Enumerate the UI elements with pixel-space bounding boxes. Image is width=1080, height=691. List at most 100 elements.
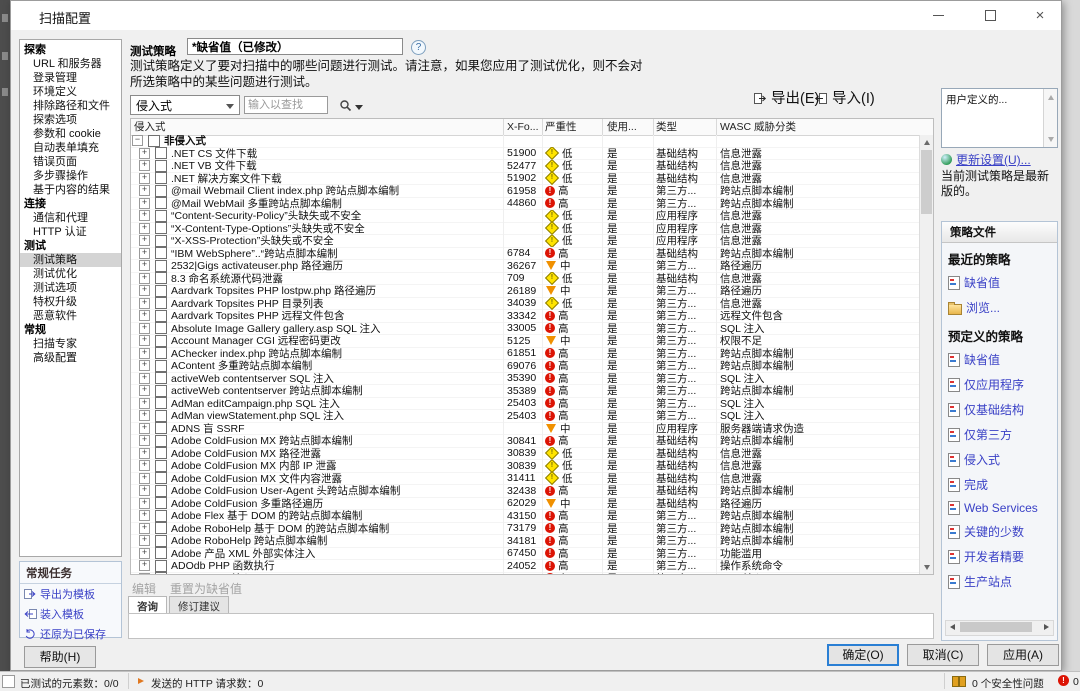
expand-icon[interactable]: +: [139, 248, 150, 259]
expand-icon[interactable]: +: [139, 535, 150, 546]
minimize-button[interactable]: [921, 1, 955, 30]
sidebar-item[interactable]: 参数和 cookie: [20, 127, 121, 141]
expand-icon[interactable]: +: [139, 548, 150, 559]
expand-icon[interactable]: +: [139, 385, 150, 396]
predefined-policy-link[interactable]: 侵入式: [942, 447, 1057, 472]
column-header[interactable]: 类型: [653, 119, 716, 135]
expand-icon[interactable]: +: [139, 285, 150, 296]
close-button[interactable]: ×: [1023, 1, 1057, 30]
expand-icon[interactable]: +: [139, 148, 150, 159]
scroll-up-icon[interactable]: [920, 135, 933, 149]
recent-policy-default-link[interactable]: 缺省值: [942, 270, 1057, 295]
expand-icon[interactable]: +: [139, 410, 150, 421]
test-policy-field[interactable]: [187, 38, 403, 55]
sidebar-item[interactable]: 多步骤操作: [20, 169, 121, 183]
expand-icon[interactable]: +: [139, 398, 150, 409]
scroll-left-icon[interactable]: [946, 621, 959, 633]
export-template-link[interactable]: 导出为模板: [20, 584, 121, 604]
sidebar-item[interactable]: 排除路径和文件: [20, 99, 121, 113]
help-button[interactable]: 帮助(H): [24, 646, 96, 668]
scroll-down-icon[interactable]: [1044, 132, 1057, 146]
sidebar-item[interactable]: 通信和代理: [20, 211, 121, 225]
sidebar-item[interactable]: 环境定义: [20, 85, 121, 99]
sidebar-item[interactable]: HTTP 认证: [20, 225, 121, 239]
expand-icon[interactable]: +: [139, 173, 150, 184]
predefined-policy-link[interactable]: 开发者精要: [942, 544, 1057, 569]
scrollbar-thumb[interactable]: [960, 622, 1032, 632]
expand-icon[interactable]: +: [139, 460, 150, 471]
predefined-policy-link[interactable]: 仅应用程序: [942, 372, 1057, 397]
expand-icon[interactable]: +: [139, 473, 150, 484]
update-settings-link[interactable]: 更新设置(U)...: [956, 151, 1031, 168]
column-header[interactable]: 严重性: [542, 119, 602, 135]
expand-icon[interactable]: +: [139, 573, 150, 574]
listbox-scrollbar[interactable]: [1043, 89, 1057, 147]
edit-link[interactable]: 编辑: [132, 580, 156, 597]
sidebar-item[interactable]: 扫描专家: [20, 337, 121, 351]
column-header[interactable]: WASC 威胁分类: [716, 119, 933, 135]
sidebar-item[interactable]: 基于内容的结果: [20, 183, 121, 197]
sidebar-item[interactable]: URL 和服务器: [20, 57, 121, 71]
sidebar-item[interactable]: 高级配置: [20, 351, 121, 365]
expand-icon[interactable]: +: [139, 298, 150, 309]
user-defined-listbox[interactable]: 用户定义的...: [941, 88, 1058, 148]
sidebar-item[interactable]: 错误页面: [20, 155, 121, 169]
apply-button[interactable]: 应用(A): [987, 644, 1059, 666]
expand-icon[interactable]: +: [139, 323, 150, 334]
expand-icon[interactable]: +: [139, 210, 150, 221]
search-input[interactable]: [244, 96, 328, 114]
sidebar-item[interactable]: 自动表单填充: [20, 141, 121, 155]
maximize-button[interactable]: [973, 1, 1007, 30]
expand-icon[interactable]: +: [139, 185, 150, 196]
sidebar-item[interactable]: 恶意软件: [20, 309, 121, 323]
predefined-policy-link[interactable]: Web Services: [942, 497, 1057, 519]
column-header[interactable]: 侵入式: [131, 119, 503, 135]
expand-icon[interactable]: +: [139, 485, 150, 496]
expand-icon[interactable]: +: [139, 198, 150, 209]
predefined-policy-link[interactable]: 关键的少数: [942, 519, 1057, 544]
expand-icon[interactable]: +: [139, 360, 150, 371]
ok-button[interactable]: 确定(O): [827, 644, 899, 666]
sidebar-item[interactable]: 测试策略: [20, 253, 121, 267]
cancel-button[interactable]: 取消(C): [907, 644, 979, 666]
expand-icon[interactable]: +: [139, 348, 150, 359]
expand-icon[interactable]: +: [139, 373, 150, 384]
vertical-scrollbar[interactable]: [919, 135, 933, 574]
predefined-policy-link[interactable]: 仅第三方: [942, 422, 1057, 447]
column-header[interactable]: X-Fo...: [503, 119, 542, 135]
expand-icon[interactable]: +: [139, 448, 150, 459]
expand-icon[interactable]: +: [139, 235, 150, 246]
predefined-policy-link[interactable]: 完成: [942, 472, 1057, 497]
expand-icon[interactable]: +: [139, 310, 150, 321]
row-checkbox[interactable]: [155, 572, 167, 574]
sidebar-item[interactable]: 测试优化: [20, 267, 121, 281]
expand-icon[interactable]: +: [139, 260, 150, 271]
predefined-policy-link[interactable]: 仅基础结构: [942, 397, 1057, 422]
sidebar-item[interactable]: 登录管理: [20, 71, 121, 85]
search-options-caret-icon[interactable]: [355, 105, 363, 110]
expand-icon[interactable]: +: [139, 335, 150, 346]
search-icon[interactable]: [339, 99, 352, 112]
export-button[interactable]: 导出(E): [753, 87, 819, 108]
predefined-policy-link[interactable]: 缺省值: [942, 347, 1057, 372]
sidebar-item[interactable]: 测试选项: [20, 281, 121, 295]
scroll-right-icon[interactable]: [1040, 621, 1053, 633]
reset-default-link[interactable]: 重置为缺省值: [170, 580, 242, 597]
collapse-icon[interactable]: −: [132, 135, 143, 146]
horizontal-scrollbar[interactable]: [945, 620, 1054, 636]
revert-saved-link[interactable]: 还原为已保存: [20, 624, 121, 644]
table-row[interactable]: + ADOdb SQL 注入 24051 高 是 第三方... SQL 注入: [131, 573, 920, 575]
scroll-up-icon[interactable]: [1044, 90, 1057, 104]
expand-icon[interactable]: +: [139, 273, 150, 284]
scroll-down-icon[interactable]: [920, 560, 933, 574]
browse-link[interactable]: 浏览...: [942, 295, 1057, 320]
expand-icon[interactable]: +: [139, 560, 150, 571]
expand-icon[interactable]: +: [139, 160, 150, 171]
column-header[interactable]: 使用...: [602, 119, 653, 135]
expand-icon[interactable]: +: [139, 223, 150, 234]
scrollbar-thumb[interactable]: [921, 150, 932, 214]
expand-icon[interactable]: +: [139, 435, 150, 446]
import-button[interactable]: 导入(I): [814, 87, 875, 108]
expand-icon[interactable]: +: [139, 423, 150, 434]
sidebar-item[interactable]: 探索选项: [20, 113, 121, 127]
